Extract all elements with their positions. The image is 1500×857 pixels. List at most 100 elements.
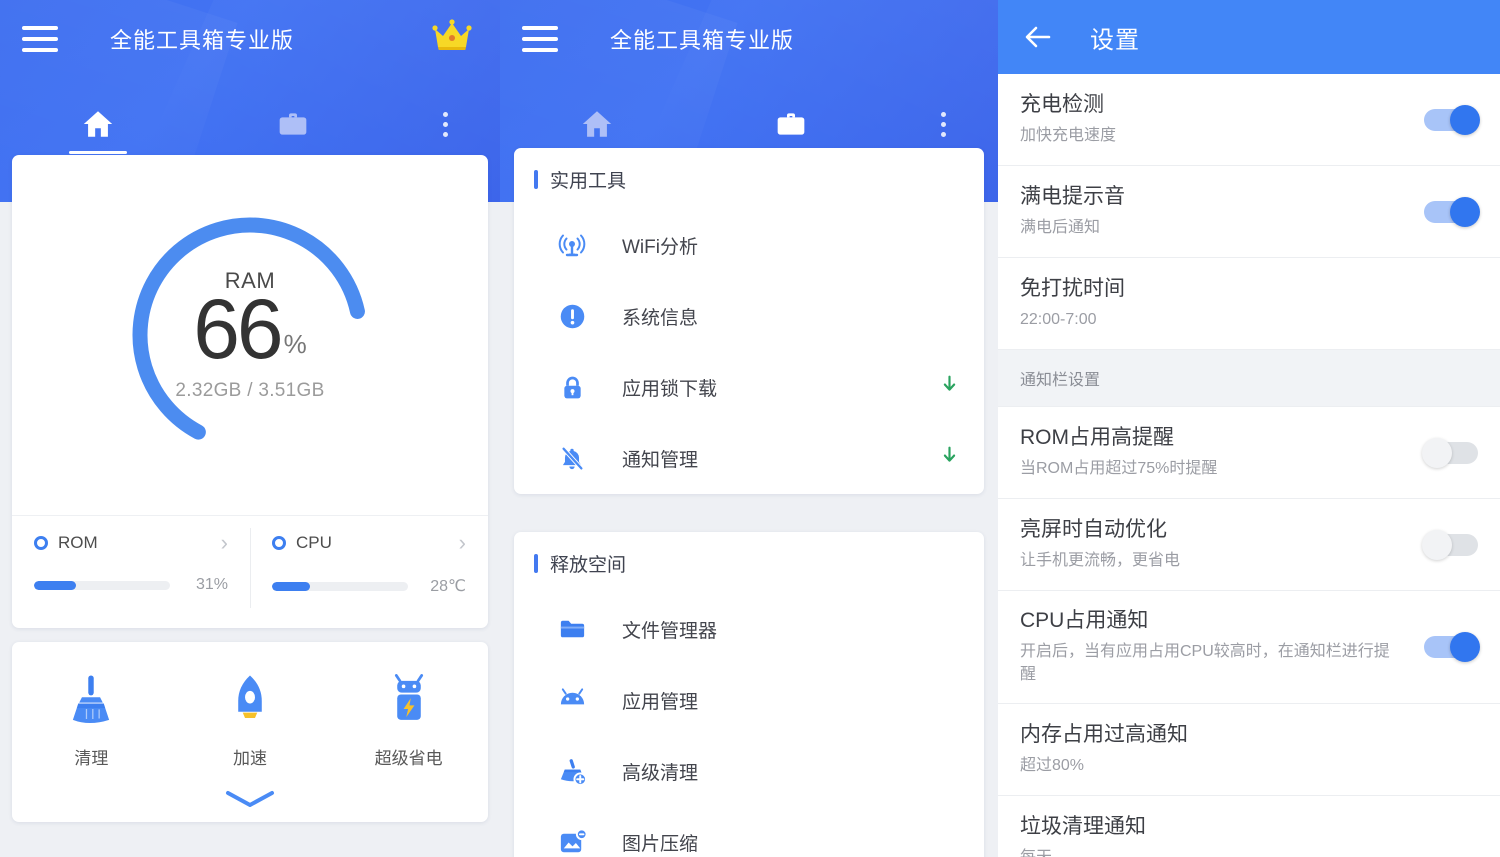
setting-row-rom-high-alert[interactable]: ROM占用高提醒 当ROM占用超过75%时提醒 (998, 407, 1500, 499)
briefcase-icon (771, 104, 811, 144)
section-title: 释放空间 (550, 554, 627, 576)
section-accent-bar (534, 553, 538, 573)
lock-icon (550, 373, 594, 402)
app-title: 全能工具箱专业版 (110, 28, 295, 53)
tool-wifi-analyze[interactable]: WiFi分析 (514, 210, 984, 281)
settings-header: 设置 (998, 0, 1500, 74)
setting-row-dnd-time[interactable]: 免打扰时间 22:00-7:00 (998, 258, 1500, 350)
briefcase-icon (273, 104, 313, 144)
bell-off-icon (550, 444, 594, 474)
settings-group-header-notification: 通知栏设置 (998, 350, 1500, 407)
ring-dot-icon (34, 536, 48, 550)
toggle-switch[interactable] (1424, 631, 1480, 662)
sidebar-item-tools[interactable] (195, 84, 390, 164)
toggle-switch[interactable] (1424, 196, 1480, 227)
android-icon (550, 685, 594, 716)
stat-rom[interactable]: ROM › 31% (12, 516, 250, 628)
android-battery-icon (378, 668, 440, 730)
ram-value: 66 (193, 282, 283, 377)
chevron-right-icon[interactable]: › (459, 532, 466, 554)
tool-label: 系统信息 (622, 308, 699, 329)
rom-value: 31% (195, 576, 228, 593)
tool-label: 应用管理 (622, 692, 699, 713)
tool-label: 图片压缩 (622, 834, 699, 855)
setting-row-junk-clean-notify[interactable]: 垃圾清理通知 每天 (998, 796, 1500, 857)
folder-icon (550, 614, 594, 645)
tool-label: 通知管理 (622, 450, 699, 471)
setting-row-cpu-usage-notify[interactable]: CPU占用通知 开启后，当有应用占用CPU较高时，在通知栏进行提醒 (998, 591, 1500, 704)
action-boost-label: 加速 (233, 749, 267, 768)
hamburger-icon[interactable] (522, 26, 558, 52)
action-boost[interactable]: 加速 (171, 668, 330, 769)
tool-system-info[interactable]: 系统信息 (514, 281, 984, 352)
toggle-switch[interactable] (1422, 529, 1478, 560)
setting-title: 亮屏时自动优化 (1020, 517, 1167, 541)
action-super-saver[interactable]: 超级省电 (329, 668, 488, 769)
tool-notification-manage[interactable]: 通知管理 (514, 423, 984, 494)
setting-title: ROM占用高提醒 (1020, 425, 1174, 449)
home-icon (78, 104, 118, 144)
toggle-switch[interactable] (1424, 104, 1480, 135)
section-title: 实用工具 (550, 170, 627, 192)
kebab-menu-icon[interactable] (390, 111, 500, 137)
setting-subtitle: 超过80% (1020, 757, 1085, 775)
kebab-menu-icon[interactable] (888, 111, 998, 137)
cpu-value: 28℃ (430, 578, 466, 595)
setting-subtitle: 22:00-7:00 (1020, 311, 1097, 329)
tools-section-free-space: 释放空间 文件管理器 应用管理 高级清理 图片压缩 (514, 532, 984, 857)
chevron-down-icon[interactable] (12, 790, 488, 808)
system-info-icon (550, 302, 594, 331)
tool-label: 文件管理器 (622, 621, 718, 642)
setting-row-memory-high-notify[interactable]: 内存占用过高通知 超过80% (998, 704, 1500, 796)
setting-title: 免打扰时间 (1020, 276, 1125, 300)
rocket-icon (219, 668, 281, 730)
tools-section-utilities: 实用工具 WiFi分析 系统信息 应用锁下载 通知管理 (514, 148, 984, 494)
advanced-clean-icon (550, 756, 594, 787)
arrow-left-icon[interactable] (1018, 17, 1058, 57)
ram-gauge: RAM 66 % 2.32GB / 3.51GB (12, 155, 488, 515)
hamburger-icon[interactable] (22, 26, 58, 52)
action-clean[interactable]: 清理 (12, 668, 171, 769)
stat-cpu-label: CPU (296, 533, 332, 552)
settings-panel: 设置 充电检测 加快充电速度 满电提示音 满电后通知 免打扰时间 22:00-7… (998, 0, 1500, 857)
rom-progress-bar (34, 580, 170, 590)
ram-unit: % (283, 328, 307, 359)
setting-subtitle: 加快充电速度 (1020, 127, 1117, 145)
setting-subtitle: 让手机更流畅，更省电 (1020, 552, 1181, 570)
quick-actions-card: 清理 加速 超级省电 (12, 642, 488, 822)
tool-label: WiFi分析 (622, 237, 698, 258)
setting-title: 内存占用过高通知 (1020, 722, 1188, 746)
setting-row-charge-detect[interactable]: 充电检测 加快充电速度 (998, 74, 1500, 166)
crown-icon[interactable] (430, 16, 474, 52)
tool-file-manager[interactable]: 文件管理器 (514, 594, 984, 665)
tool-label: 应用锁下载 (622, 379, 718, 400)
setting-subtitle: 满电后通知 (1020, 219, 1101, 237)
chevron-right-icon[interactable]: › (221, 532, 228, 554)
setting-title: 满电提示音 (1020, 184, 1125, 208)
stat-cpu[interactable]: CPU › 28℃ (250, 516, 488, 628)
app-screenshot: 全能工具箱专业版 RAM 66 % 2.32GB / 3.51GB ROM › … (0, 0, 1500, 857)
home-tabbar (0, 84, 500, 164)
ram-detail: 2.32GB / 3.51GB (175, 379, 325, 401)
toggle-switch[interactable] (1422, 437, 1478, 468)
tool-app-manager[interactable]: 应用管理 (514, 665, 984, 736)
setting-row-full-charge-sound[interactable]: 满电提示音 满电后通知 (998, 166, 1500, 258)
tool-applock-download[interactable]: 应用锁下载 (514, 352, 984, 423)
sidebar-item-home[interactable] (0, 84, 195, 164)
broom-icon (60, 668, 122, 730)
setting-row-auto-optimize-screen-on[interactable]: 亮屏时自动优化 让手机更流畅，更省电 (998, 499, 1500, 591)
section-accent-bar (534, 169, 538, 189)
setting-title: 垃圾清理通知 (1020, 814, 1146, 838)
tool-image-compress[interactable]: 图片压缩 (514, 807, 984, 857)
download-icon[interactable] (941, 446, 958, 471)
home-panel: 全能工具箱专业版 RAM 66 % 2.32GB / 3.51GB ROM › … (0, 0, 500, 857)
setting-title: 充电检测 (1020, 92, 1104, 116)
setting-subtitle: 开启后，当有应用占用CPU较高时，在通知栏进行提醒 (1020, 643, 1390, 684)
tool-label: 高级清理 (622, 763, 699, 784)
tool-advanced-clean[interactable]: 高级清理 (514, 736, 984, 807)
ring-dot-icon (272, 536, 286, 550)
settings-list: 充电检测 加快充电速度 满电提示音 满电后通知 免打扰时间 22:00-7:00… (998, 74, 1500, 857)
download-icon[interactable] (941, 375, 958, 400)
cpu-progress-bar (272, 581, 408, 591)
home-icon (577, 104, 617, 144)
